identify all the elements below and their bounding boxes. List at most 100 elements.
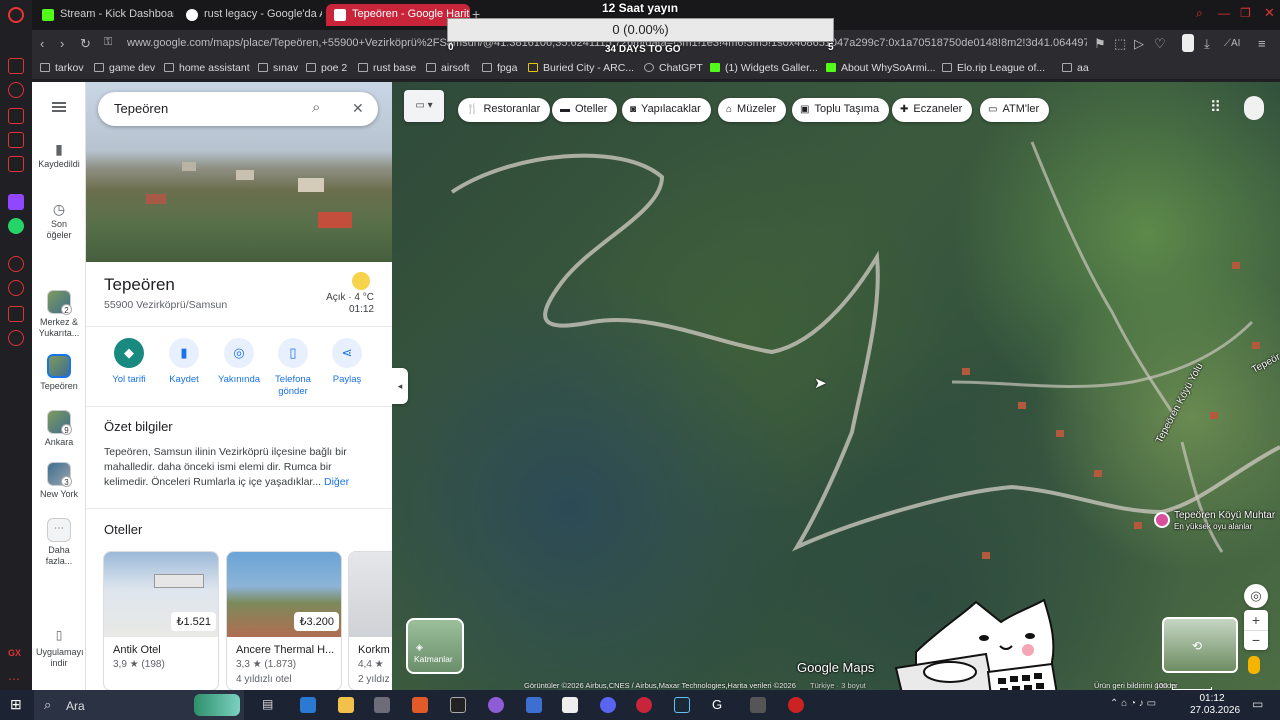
nearby-button[interactable]: ◎ Yakınında [211, 338, 267, 386]
heart-icon[interactable]: ♡ [1154, 36, 1166, 52]
rail-more[interactable]: ⋯ Daha fazla... [32, 518, 86, 567]
app-icon[interactable] [450, 697, 466, 713]
hotel-card[interactable]: ₺3.200 Ancere Thermal H... 3,3 ★ (1.873)… [226, 551, 342, 690]
rail-recent-item[interactable]: 9 Ankara [32, 410, 86, 448]
opera-logo-icon[interactable] [8, 7, 24, 23]
explorer-icon[interactable] [338, 697, 354, 713]
forward-icon[interactable]: › [60, 36, 64, 51]
hotel-card[interactable]: Korkm 4,4 ★ 2 yıldız [348, 551, 392, 690]
apps-grid-icon[interactable]: ⠿ [1210, 98, 1221, 116]
chip-restaurants[interactable]: 🍴 Restoranlar [458, 98, 551, 122]
extension-g-icon[interactable] [1182, 34, 1194, 52]
chip-hotels[interactable]: ▬ Oteller [552, 98, 618, 122]
bookmark-item[interactable]: poe 2 [306, 62, 347, 74]
pegman-icon[interactable] [1248, 656, 1260, 674]
app-icon[interactable] [562, 697, 578, 713]
chip-atms[interactable]: ▭ ATM'ler [980, 98, 1050, 122]
bookmark-item[interactable]: About WhySoArmi... [826, 62, 936, 74]
layers-button[interactable]: Katmanlar ◈ [406, 618, 464, 674]
ai-icon[interactable] [8, 132, 24, 148]
messenger-icon[interactable] [8, 58, 24, 74]
app-icon[interactable] [750, 697, 766, 713]
close-window-icon[interactable]: ✕ [1264, 5, 1275, 21]
bookmark-item[interactable]: ChatGPT [644, 62, 703, 74]
site-info-icon[interactable]: ⚿ [104, 36, 112, 49]
rail-recent-item[interactable]: 2 Merkez & Yukarıta... [32, 290, 86, 339]
my-location-button[interactable]: ◎ [1244, 584, 1268, 608]
place-pin-icon[interactable] [1154, 512, 1170, 528]
gx-icon[interactable]: GX [8, 648, 24, 664]
bookmark-item[interactable]: tarkov [40, 62, 84, 74]
bookmark-item[interactable]: aa [1062, 62, 1089, 74]
extensions-icon[interactable] [8, 306, 24, 322]
street-view-preview[interactable]: ⟲ [1162, 617, 1238, 673]
bookmark-item[interactable]: airsoft [426, 62, 470, 74]
zoom-in-button[interactable]: + [1244, 610, 1268, 630]
more-link[interactable]: Diğer [324, 476, 349, 488]
notifications-icon[interactable]: ▭ [1252, 697, 1268, 713]
app-icon[interactable] [788, 697, 804, 713]
taskbar-clock[interactable]: 01:12 27.03.2026 [1190, 693, 1240, 717]
player-icon[interactable] [8, 156, 24, 172]
bookmark-item[interactable]: home assistant [164, 62, 250, 74]
share-button[interactable]: ⋖ Paylaş [319, 338, 375, 386]
twitch-icon[interactable] [8, 194, 24, 210]
menu-icon[interactable]: ≡ [1258, 36, 1266, 51]
app-icon[interactable] [412, 697, 428, 713]
tab-google-search[interactable]: rust legacy - Google'da Ar [178, 4, 322, 26]
chip-transit[interactable]: ▣ Toplu Taşıma [792, 98, 890, 122]
steam-icon[interactable] [674, 697, 690, 713]
clock-icon[interactable] [8, 280, 24, 296]
history-icon[interactable] [8, 256, 24, 272]
refresh-icon[interactable] [8, 82, 24, 98]
tab-kick[interactable]: Stream - Kick Dashboard [34, 4, 174, 26]
rail-saved[interactable]: ▮ Kaydedildi [32, 142, 86, 170]
chip-things-to-do[interactable]: ◙ Yapılacaklar [622, 98, 711, 122]
reload-icon[interactable]: ↻ [80, 36, 91, 52]
whatsapp-icon[interactable] [8, 218, 24, 234]
search-icon[interactable]: ⌕ [312, 99, 320, 116]
zoom-out-button[interactable]: − [1244, 630, 1268, 650]
snapshot-icon[interactable]: ⬚ [1114, 36, 1126, 52]
bookmark-item[interactable]: fpga [482, 62, 517, 74]
settings-icon[interactable] [8, 330, 24, 346]
rail-recent-item-active[interactable]: Tepeören [32, 354, 86, 392]
taskbar-search[interactable]: ⌕ Ara [34, 690, 244, 720]
rail-get-app[interactable]: ▯ Uygulamayı indir [32, 629, 86, 669]
tools-icon[interactable] [8, 108, 24, 124]
account-avatar[interactable] [1244, 96, 1264, 120]
place-label[interactable]: Tepeören Köyü Muhtar [1174, 510, 1275, 521]
opera-icon[interactable] [636, 697, 652, 713]
map-view-toggle[interactable]: ▭ ▾ [404, 90, 444, 122]
restore-icon[interactable]: ❐ [1240, 6, 1251, 20]
bookmark-item[interactable]: game dev [94, 62, 155, 74]
search-tabs-icon[interactable]: ⌕ [1196, 6, 1203, 21]
chip-pharmacies[interactable]: ✚ Eczaneler [892, 98, 973, 122]
download-icon[interactable]: ⤓ [1204, 36, 1210, 52]
directions-button[interactable]: ◆ Yol tarifi [101, 338, 157, 386]
minimize-icon[interactable]: — [1218, 6, 1230, 20]
bookmark-item[interactable]: Buried City - ARC... [528, 62, 634, 74]
rail-recent-item[interactable]: 3 New York [32, 462, 86, 500]
app-g-icon[interactable]: G [712, 697, 728, 713]
discord-icon[interactable] [600, 697, 616, 713]
rail-recent[interactable]: ◷ Son öğeler [32, 202, 86, 241]
tray-icons[interactable]: ⌃ ⌂ ◔ ♪ ▭ [1110, 698, 1156, 709]
task-view-icon[interactable]: ▤ [262, 697, 278, 713]
search-input[interactable] [114, 101, 294, 116]
more-icon[interactable]: ⋯ [8, 672, 24, 688]
store-icon[interactable] [300, 697, 316, 713]
windows-start-icon[interactable]: ⊞ [10, 696, 26, 712]
ai-button[interactable]: ⟋AI [1224, 38, 1240, 49]
bookmark-icon[interactable]: ⚑ [1094, 36, 1106, 52]
hamburger-icon[interactable] [52, 102, 66, 112]
play-icon[interactable]: ▷ [1134, 36, 1144, 52]
back-icon[interactable]: ‹ [40, 36, 44, 51]
collapse-panel-button[interactable]: ◂ [392, 368, 408, 404]
app-icon[interactable] [526, 697, 542, 713]
chip-museums[interactable]: ⌂ Müzeler [718, 98, 787, 122]
close-icon[interactable]: ✕ [352, 100, 364, 117]
save-button[interactable]: ▮ Kaydet [156, 338, 212, 386]
bookmark-item[interactable]: rust base [358, 62, 416, 74]
satellite-map[interactable]: ▭ ▾ 🍴 Restoranlar ▬ Oteller ◙ Yapılacaklar … [392, 82, 1280, 690]
